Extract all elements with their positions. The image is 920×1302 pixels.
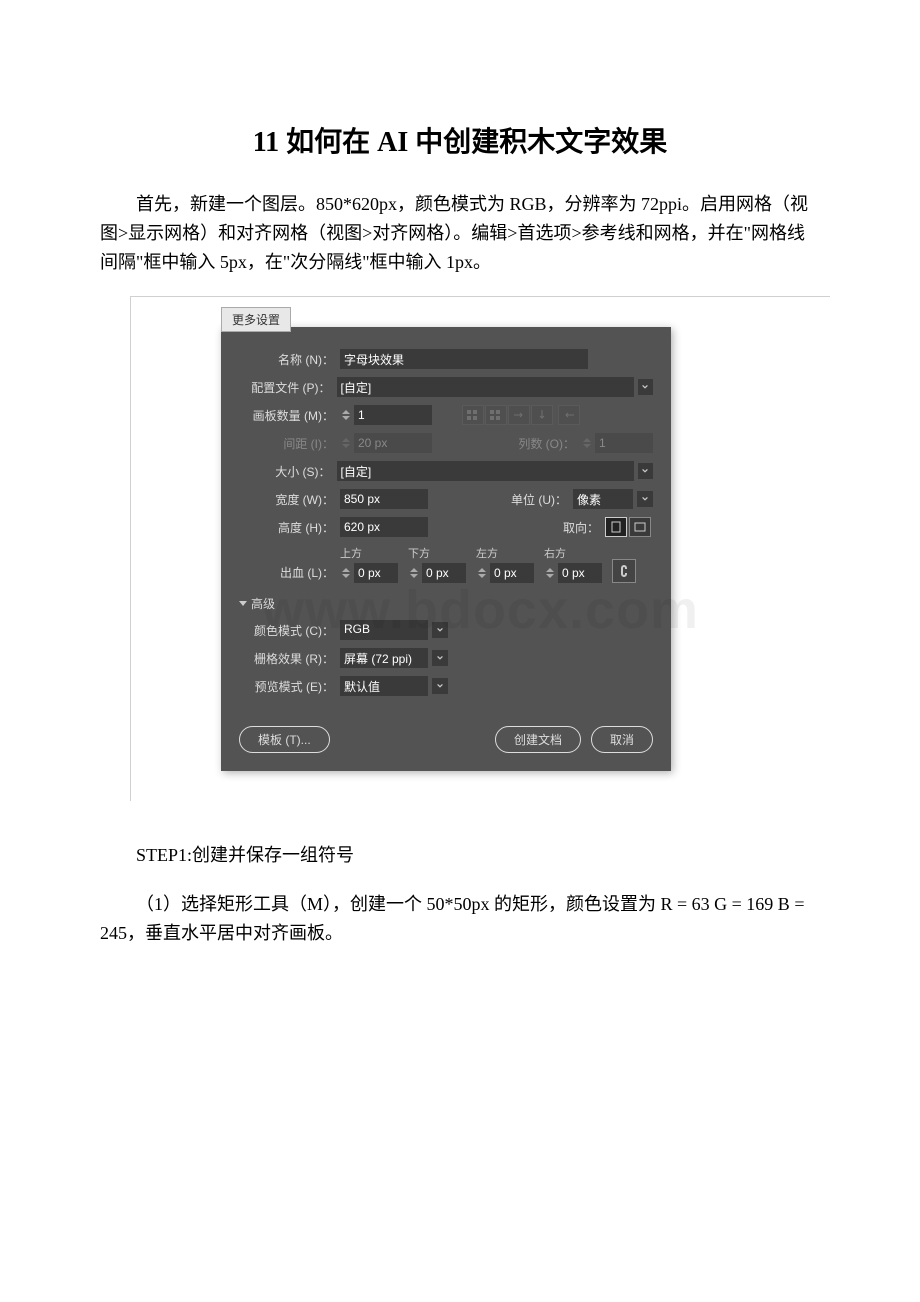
bleed-right-label: 右方	[544, 545, 602, 561]
artboards-label: 画板数量 (M)：	[239, 407, 340, 424]
bleed-bottom-spinner[interactable]	[408, 563, 420, 583]
units-label: 单位 (U)：	[507, 491, 573, 508]
create-document-button[interactable]: 创建文档	[495, 726, 581, 753]
bleed-label: 出血 (L)：	[239, 564, 340, 583]
columns-label: 列数 (O)：	[515, 435, 581, 452]
bleed-bottom-label: 下方	[408, 545, 466, 561]
spacing-label: 间距 (I)：	[239, 435, 340, 452]
step1-body: （1）选择矩形工具（M），创建一个 50*50px 的矩形，颜色设置为 R = …	[100, 890, 820, 948]
intro-paragraph: 首先，新建一个图层。850*620px，颜色模式为 RGB，分辨率为 72ppi…	[100, 190, 820, 276]
width-field[interactable]	[340, 489, 428, 509]
colormode-select[interactable]: RGB	[340, 620, 428, 640]
bleed-right-spinner[interactable]	[544, 563, 556, 583]
spacing-spinner	[340, 433, 352, 453]
new-document-dialog: 更多设置 名称 (N)： 配置文件 (P)： [自定] 画板数量 (M)：	[221, 327, 671, 771]
chevron-down-icon[interactable]	[432, 622, 448, 638]
height-label: 高度 (H)：	[239, 519, 340, 536]
page-title: 11 如何在 AI 中创建积木文字效果	[100, 120, 820, 160]
cancel-button[interactable]: 取消	[591, 726, 653, 753]
screenshot-container: www.bdocx.com 更多设置 名称 (N)： 配置文件 (P)： [自定…	[130, 296, 830, 801]
orientation-portrait-icon[interactable]	[605, 517, 627, 537]
chevron-down-icon[interactable]	[638, 379, 653, 395]
artboards-field[interactable]	[354, 405, 432, 425]
spacing-field	[354, 433, 432, 453]
bleed-left-label: 左方	[476, 545, 534, 561]
name-field[interactable]	[340, 349, 588, 369]
chevron-down-icon[interactable]	[432, 650, 448, 666]
raster-select[interactable]: 屏幕 (72 ppi)	[340, 648, 428, 668]
height-field[interactable]	[340, 517, 428, 537]
step1-label: STEP1:创建并保存一组符号	[100, 841, 820, 870]
templates-button[interactable]: 模板 (T)...	[239, 726, 330, 753]
arrange-rtl-icon	[558, 405, 580, 425]
raster-label: 栅格效果 (R)：	[239, 650, 340, 667]
bleed-top-label: 上方	[340, 545, 398, 561]
bleed-bottom-field[interactable]	[422, 563, 466, 583]
size-select[interactable]: [自定]	[337, 461, 634, 481]
units-select[interactable]: 像素	[573, 489, 633, 509]
advanced-toggle[interactable]: 高级	[239, 595, 653, 612]
more-settings-tab[interactable]: 更多设置	[221, 307, 291, 332]
grid-by-col-icon	[485, 405, 507, 425]
colormode-label: 颜色模式 (C)：	[239, 622, 340, 639]
columns-field	[595, 433, 653, 453]
orient-label: 取向：	[549, 519, 605, 536]
arrange-row-icon	[508, 405, 530, 425]
preview-label: 预览模式 (E)：	[239, 678, 340, 695]
link-bleed-icon[interactable]	[612, 559, 636, 583]
size-label: 大小 (S)：	[239, 463, 337, 480]
bleed-left-field[interactable]	[490, 563, 534, 583]
columns-spinner	[581, 433, 593, 453]
profile-select[interactable]: [自定]	[337, 377, 634, 397]
chevron-down-icon[interactable]	[637, 491, 653, 507]
chevron-down-icon[interactable]	[638, 463, 653, 479]
bleed-top-spinner[interactable]	[340, 563, 352, 583]
orientation-landscape-icon[interactable]	[629, 517, 651, 537]
preview-select[interactable]: 默认值	[340, 676, 428, 696]
width-label: 宽度 (W)：	[239, 491, 340, 508]
bleed-top-field[interactable]	[354, 563, 398, 583]
chevron-down-icon[interactable]	[432, 678, 448, 694]
grid-by-row-icon	[462, 405, 484, 425]
bleed-left-spinner[interactable]	[476, 563, 488, 583]
profile-label: 配置文件 (P)：	[239, 379, 337, 396]
bleed-right-field[interactable]	[558, 563, 602, 583]
artboards-spinner[interactable]	[340, 405, 352, 425]
arrange-col-icon	[531, 405, 553, 425]
name-label: 名称 (N)：	[239, 351, 340, 368]
